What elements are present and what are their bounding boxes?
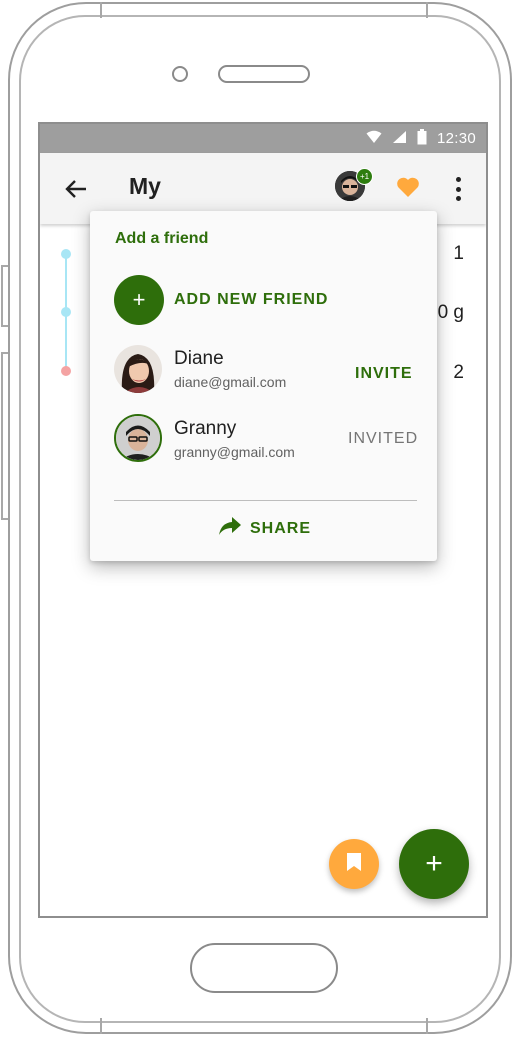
home-button[interactable] (190, 943, 338, 993)
timeline-dot (61, 366, 71, 376)
friend-email: granny@gmail.com (174, 444, 295, 460)
invite-button[interactable]: INVITE (355, 365, 413, 383)
share-icon (218, 516, 242, 541)
volume-button (1, 265, 8, 327)
popup-title: Add a friend (115, 230, 209, 247)
divider (114, 500, 417, 501)
heart-icon[interactable] (396, 176, 420, 203)
invited-status: INVITED (348, 430, 419, 447)
share-button[interactable]: SHARE (218, 516, 311, 541)
friend-name: Granny (174, 418, 237, 439)
friend-count-badge: +1 (356, 168, 373, 185)
page-title: My (129, 173, 161, 199)
bookmark-icon (346, 852, 362, 877)
add-new-friend-button[interactable]: ADD NEW FRIEND (174, 291, 328, 309)
avatar (114, 414, 162, 462)
status-time: 12:30 (436, 130, 476, 147)
plus-icon: + (132, 287, 146, 312)
front-camera (172, 66, 188, 82)
wifi-icon (366, 130, 382, 148)
background-value: 1 (453, 243, 464, 264)
friend-email: diane@gmail.com (174, 374, 287, 390)
back-arrow-icon[interactable] (62, 175, 90, 203)
battery-icon (417, 128, 427, 149)
share-label: SHARE (250, 519, 312, 537)
timeline-dot (61, 307, 71, 317)
phone-top-edge (100, 2, 428, 18)
plus-icon: + (425, 847, 443, 880)
add-fab-button[interactable]: + (399, 829, 469, 899)
add-new-friend-icon[interactable]: + (114, 275, 164, 325)
more-vert-icon[interactable] (455, 177, 461, 201)
power-button (1, 352, 8, 520)
avatar (114, 345, 162, 393)
status-bar: 12:30 (40, 124, 486, 153)
signal-icon (392, 130, 407, 148)
timeline (61, 249, 71, 376)
timeline-dot (61, 249, 71, 259)
background-value: 0 g (437, 302, 464, 323)
bookmark-button[interactable] (329, 839, 379, 889)
phone-bottom-edge (100, 1018, 428, 1034)
background-value: 2 (453, 362, 464, 383)
add-friend-popup: Add a friend + ADD NEW FRIEND Diane dian… (90, 211, 437, 561)
friend-name: Diane (174, 348, 224, 369)
earpiece-speaker (218, 65, 310, 83)
